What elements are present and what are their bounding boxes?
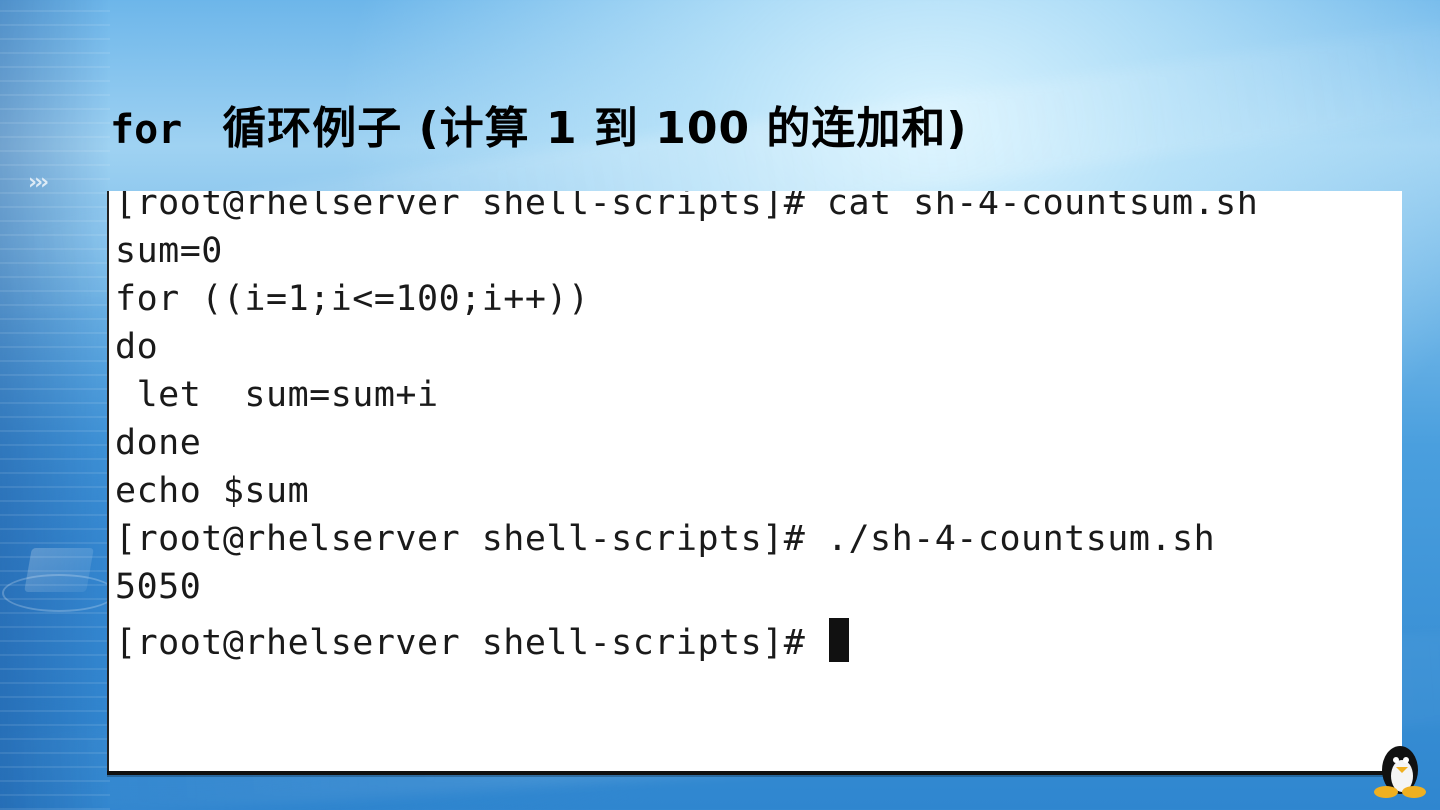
terminal-screenshot: [root@rhelserver shell-scripts]# cat sh-… bbox=[107, 191, 1402, 771]
terminal-line: [root@rhelserver shell-scripts]# cat sh-… bbox=[115, 191, 1259, 223]
terminal-line: [root@rhelserver shell-scripts]# ./sh-4-… bbox=[115, 519, 1216, 559]
left-decoration-panel bbox=[0, 0, 110, 810]
chevrons-right-icon: ››› bbox=[28, 170, 49, 195]
terminal-line: echo $sum bbox=[115, 471, 310, 511]
terminal-prompt-line: [root@rhelserver shell-scripts]# bbox=[115, 618, 849, 662]
slide-title-text: 循环例子 (计算 1 到 100 的连加和) bbox=[222, 103, 968, 154]
slide-title-keyword: for bbox=[110, 107, 183, 153]
slide-title: for 循环例子 (计算 1 到 100 的连加和) bbox=[110, 92, 968, 158]
terminal-line: sum=0 bbox=[115, 231, 223, 271]
terminal-line: done bbox=[115, 423, 202, 463]
penguin-logo-icon bbox=[1374, 746, 1426, 798]
terminal-output-line: 5050 bbox=[115, 567, 202, 607]
terminal-prompt: [root@rhelserver shell-scripts]# bbox=[115, 623, 827, 663]
terminal-line: do bbox=[115, 327, 159, 367]
ring-decoration bbox=[2, 574, 116, 612]
terminal-line: let sum=sum+i bbox=[115, 375, 439, 415]
terminal-cursor bbox=[828, 618, 849, 662]
terminal-line: for ((i=1;i<=100;i++)) bbox=[115, 279, 590, 319]
